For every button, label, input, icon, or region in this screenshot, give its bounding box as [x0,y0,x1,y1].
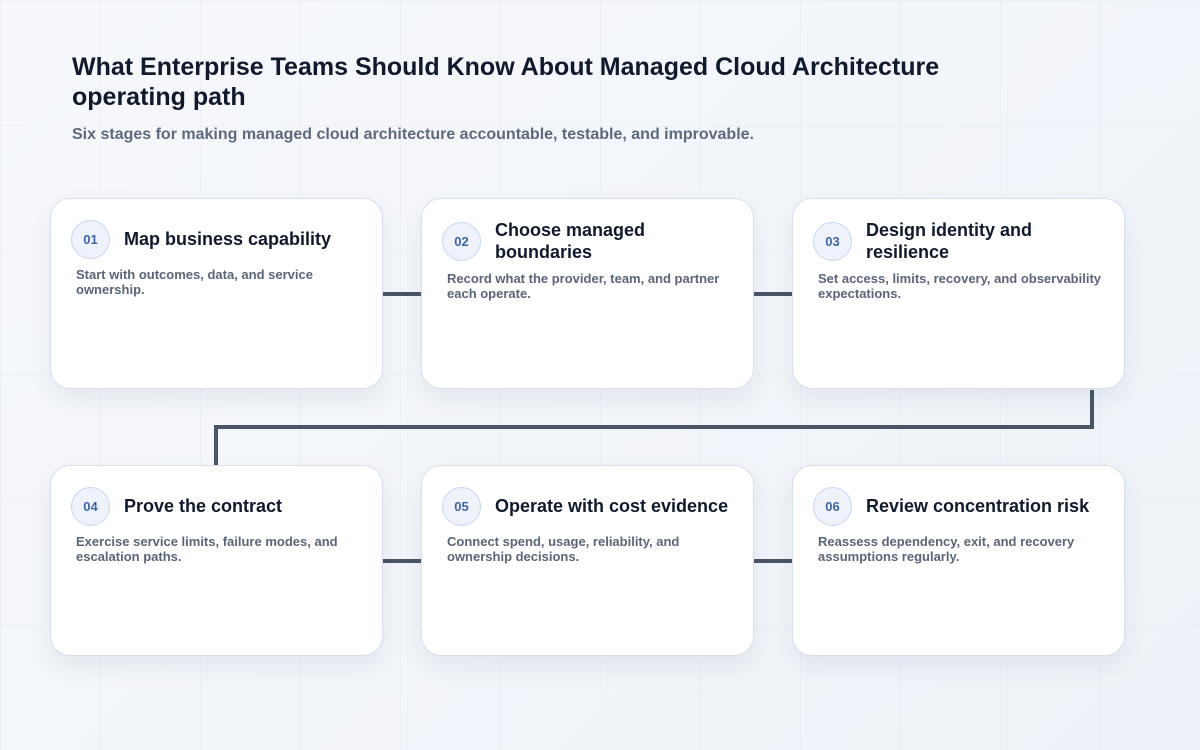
stage-number-badge: 03 [813,221,852,261]
stage-number-badge: 02 [442,221,481,261]
stage-title: Map business capability [124,229,332,249]
stage-card-02: 02 Choose managed boundaries Record what… [421,198,754,389]
stage-title: Prove the contract [124,496,283,516]
stage-title: Review concentration risk [866,496,1090,516]
stage-description: Record what the provider, team, and part… [447,271,720,301]
connector-03-04 [214,390,1094,465]
stage-description: Reassess dependency, exit, and recovery … [818,534,1075,564]
stage-description: Connect spend, usage, reliability, and o… [447,534,680,564]
stage-number-badge: 04 [71,486,110,526]
stage-number-badge: 05 [442,486,481,526]
page-subtitle: Six stages for making managed cloud arch… [72,126,754,143]
stage-description: Exercise service limits, failure modes, … [76,534,338,564]
stage-title: Operate with cost evidence [495,496,729,516]
stage-description: Set access, limits, recovery, and observ… [818,271,1102,301]
stage-number-badge: 06 [813,486,852,526]
stage-title: Design identity and resilience [866,220,1033,262]
stage-card-06: 06 Review concentration risk Reassess de… [792,465,1125,656]
stage-number-badge: 01 [71,219,110,259]
stage-card-01: 01 Map business capability Start with ou… [50,198,383,389]
stage-title: Choose managed boundaries [495,220,646,262]
stage-description: Start with outcomes, data, and service o… [76,267,313,297]
page-title: What Enterprise Teams Should Know About … [72,53,940,111]
stage-card-03: 03 Design identity and resilience Set ac… [792,198,1125,389]
stage-card-05: 05 Operate with cost evidence Connect sp… [421,465,754,656]
stage-card-04: 04 Prove the contract Exercise service l… [50,465,383,656]
